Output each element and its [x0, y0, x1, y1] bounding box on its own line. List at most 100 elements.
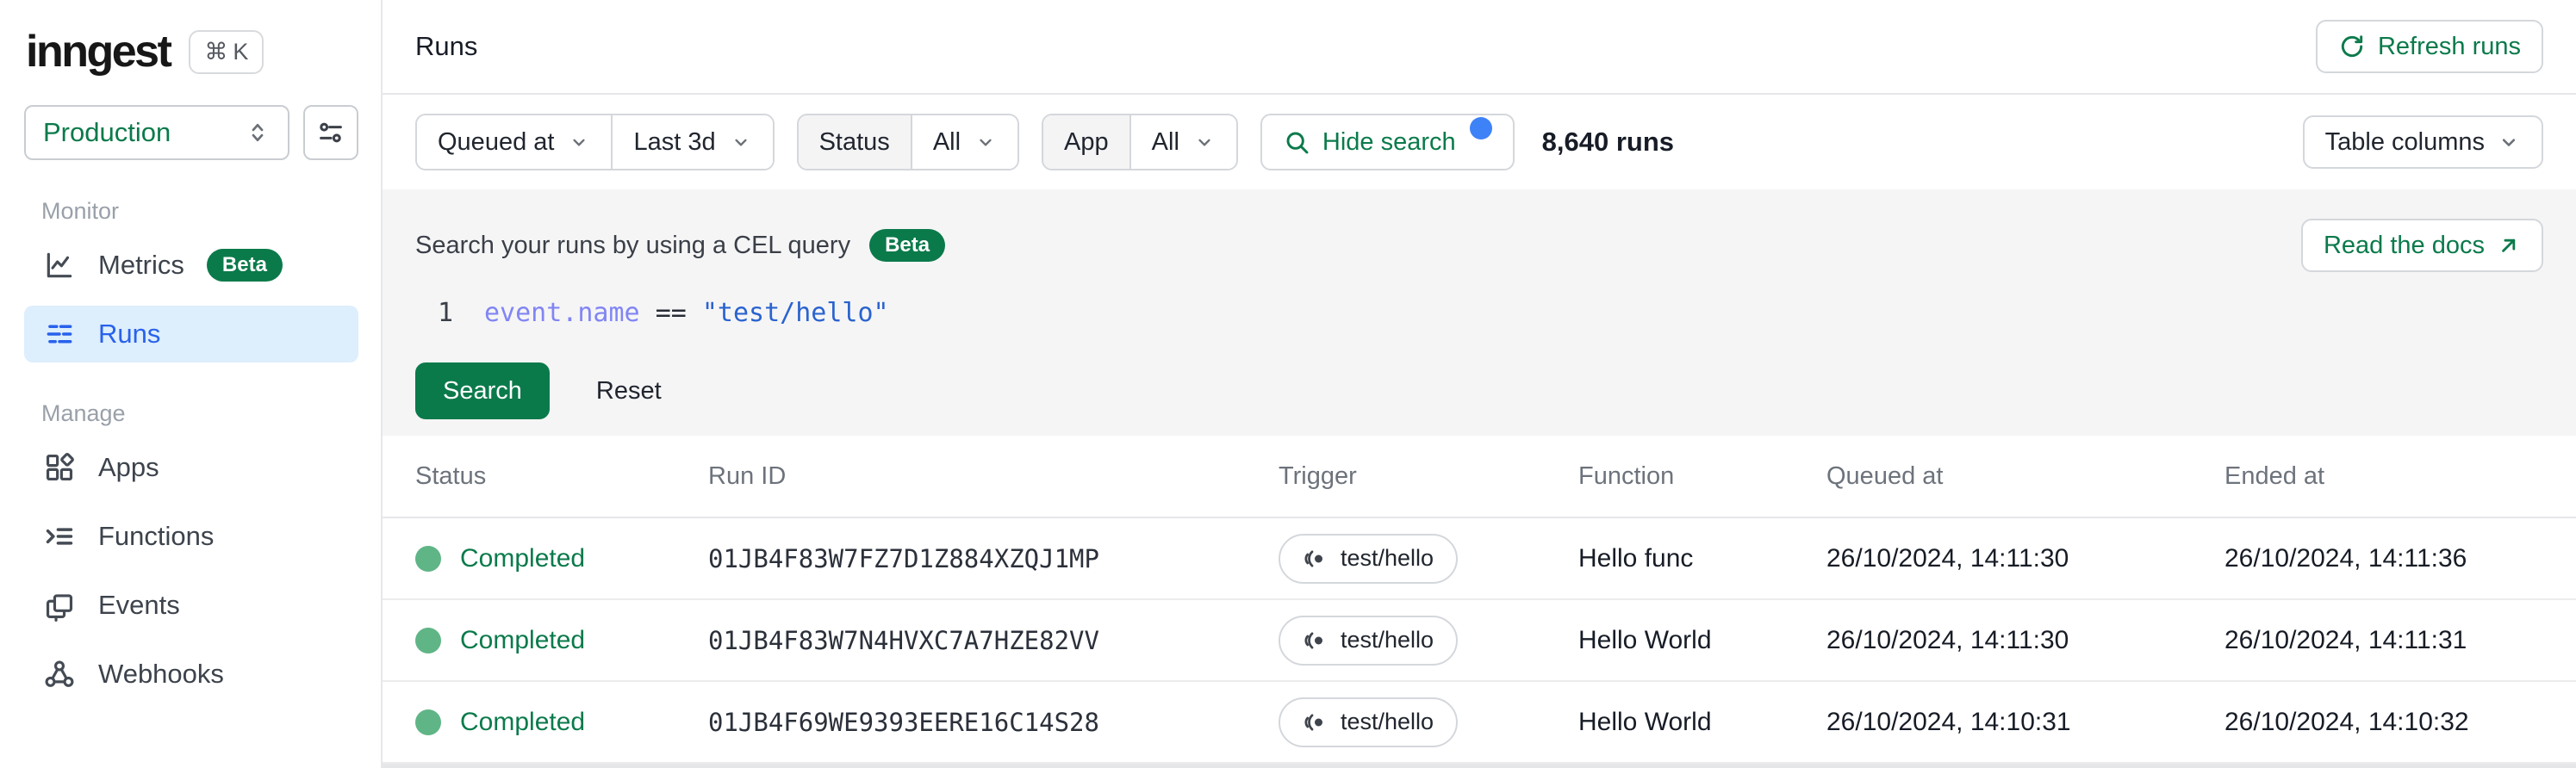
section-label-monitor: Monitor — [41, 198, 120, 224]
refresh-runs-button[interactable]: Refresh runs — [2315, 20, 2543, 73]
time-range-dropdown[interactable]: Last 3d — [611, 115, 773, 169]
status-dot-icon — [415, 545, 441, 572]
sidebar-item-events[interactable]: Events — [24, 577, 358, 634]
status-label: Completed — [460, 625, 586, 654]
main-content: Runs Refresh runs Queued at Last 3d Stat… — [383, 0, 2576, 768]
event-trigger-icon — [1303, 628, 1328, 653]
environment-row: Production — [24, 105, 358, 160]
time-field-value: Queued at — [438, 127, 555, 156]
logo-row: inngest ⌘ K — [26, 29, 358, 74]
trigger-cell: test/hello — [1279, 533, 1578, 584]
event-trigger-icon — [1303, 709, 1328, 735]
table-row[interactable]: Completed 01JB4F83W7FZ7D1Z884XZQJ1MP tes… — [383, 518, 2576, 600]
time-range-value: Last 3d — [633, 127, 716, 156]
table-columns-label: Table columns — [2324, 127, 2485, 156]
chevron-down-icon — [2497, 130, 2521, 154]
command-icon: ⌘ — [204, 38, 228, 65]
sidebar-item-label: Runs — [98, 319, 161, 349]
status-filter-group: Status All — [796, 114, 1020, 170]
read-the-docs-label: Read the docs — [2323, 231, 2485, 259]
sidebar-item-runs[interactable]: Runs — [24, 306, 358, 362]
table-columns-dropdown[interactable]: Table columns — [2302, 115, 2543, 169]
apps-grid-icon — [43, 451, 76, 484]
refresh-runs-label: Refresh runs — [2377, 32, 2521, 60]
trigger-cell: test/hello — [1279, 697, 1578, 747]
sidebar-item-label: Webhooks — [98, 659, 224, 689]
function-cell: Hello func — [1578, 543, 1694, 573]
runs-list-icon — [43, 318, 76, 350]
shortcut-key-label: K — [233, 38, 249, 65]
status-label: Completed — [460, 707, 586, 736]
column-header-trigger: Trigger — [1279, 461, 1357, 490]
next-row-edge — [383, 764, 2576, 768]
section-label-manage: Manage — [41, 400, 126, 426]
search-button[interactable]: Search — [415, 362, 550, 419]
status-filter-value: All — [932, 127, 961, 156]
events-icon — [43, 589, 76, 622]
functions-icon — [43, 520, 76, 553]
page-title: Runs — [415, 31, 478, 61]
trigger-badge[interactable]: test/hello — [1279, 533, 1459, 584]
trigger-badge[interactable]: test/hello — [1279, 615, 1459, 666]
code-token-operator — [640, 298, 656, 328]
page-header: Runs Refresh runs — [383, 0, 2576, 95]
app-root: inngest ⌘ K Production Monitor Metrics B… — [0, 0, 2576, 768]
trigger-name: test/hello — [1341, 627, 1434, 653]
trigger-name: test/hello — [1341, 545, 1434, 571]
sidebar-item-label: Metrics — [98, 250, 184, 280]
app-filter-label: App — [1043, 115, 1129, 169]
command-k-shortcut[interactable]: ⌘ K — [189, 29, 264, 74]
sidebar-item-label: Functions — [98, 521, 215, 551]
app-filter-value: All — [1151, 127, 1179, 156]
status-cell: Completed — [415, 544, 708, 573]
sidebar-item-webhooks[interactable]: Webhooks — [24, 646, 358, 703]
read-the-docs-button[interactable]: Read the docs — [2300, 219, 2543, 272]
status-dot-icon — [415, 627, 441, 653]
column-header-function: Function — [1578, 461, 1675, 490]
search-notification-dot — [1469, 117, 1492, 139]
sidebar-item-apps[interactable]: Apps — [24, 439, 358, 496]
reset-button[interactable]: Reset — [588, 364, 670, 418]
time-field-dropdown[interactable]: Queued at — [417, 115, 612, 169]
sidebar-item-label: Events — [98, 590, 180, 620]
status-filter-dropdown[interactable]: All — [910, 115, 1018, 169]
status-cell: Completed — [415, 626, 708, 655]
table-row[interactable]: Completed 01JB4F83W7N4HVXC7A7HZE82VV tes… — [383, 600, 2576, 682]
code-token-string: "test/hello" — [701, 298, 889, 328]
code-token-property: name — [577, 298, 640, 328]
time-filter-group: Queued at Last 3d — [415, 114, 775, 170]
cel-query-code: event.name == "test/hello" — [484, 298, 889, 328]
hide-search-button[interactable]: Hide search — [1260, 114, 1515, 170]
code-line-number: 1 — [437, 298, 453, 328]
ended-at-cell: 26/10/2024, 14:11:36 — [2224, 543, 2467, 573]
queued-at-cell: 26/10/2024, 14:10:31 — [1826, 707, 2071, 736]
code-token-dot: . — [562, 298, 578, 328]
chevron-down-icon — [1193, 131, 1216, 153]
environment-settings-button[interactable] — [303, 105, 358, 160]
sidebar-item-metrics[interactable]: Metrics Beta — [24, 237, 358, 294]
run-id-cell: 01JB4F69WE9393EERE16C14S28 — [708, 707, 1099, 737]
app-filter-group: App All — [1042, 114, 1238, 170]
chevron-down-icon — [974, 131, 997, 153]
app-filter-dropdown[interactable]: All — [1129, 115, 1236, 169]
code-token-object: event — [484, 298, 563, 328]
refresh-icon — [2338, 33, 2366, 60]
chevron-down-icon — [568, 131, 590, 153]
trigger-cell: test/hello — [1279, 615, 1578, 666]
environment-selector[interactable]: Production — [24, 105, 289, 160]
cel-query-editor[interactable]: 1 event.name == "test/hello" — [415, 298, 2543, 328]
status-label: Completed — [460, 543, 586, 573]
ended-at-cell: 26/10/2024, 14:11:31 — [2224, 625, 2467, 654]
function-cell: Hello World — [1578, 625, 1712, 654]
cel-panel-header: Search your runs by using a CEL query Be… — [415, 219, 2543, 272]
sidebar: inngest ⌘ K Production Monitor Metrics B… — [0, 0, 383, 768]
monitor-nav: Metrics Beta Runs — [24, 237, 358, 362]
run-id-cell: 01JB4F83W7FZ7D1Z884XZQJ1MP — [708, 543, 1099, 573]
table-header: Status Run ID Trigger Function Queued at… — [383, 436, 2576, 518]
runs-count: 8,640 runs — [1541, 127, 1675, 157]
trigger-badge[interactable]: test/hello — [1279, 697, 1459, 747]
column-header-queued-at: Queued at — [1826, 461, 1944, 490]
table-row[interactable]: Completed 01JB4F69WE9393EERE16C14S28 tes… — [383, 682, 2576, 764]
sidebar-item-functions[interactable]: Functions — [24, 508, 358, 565]
